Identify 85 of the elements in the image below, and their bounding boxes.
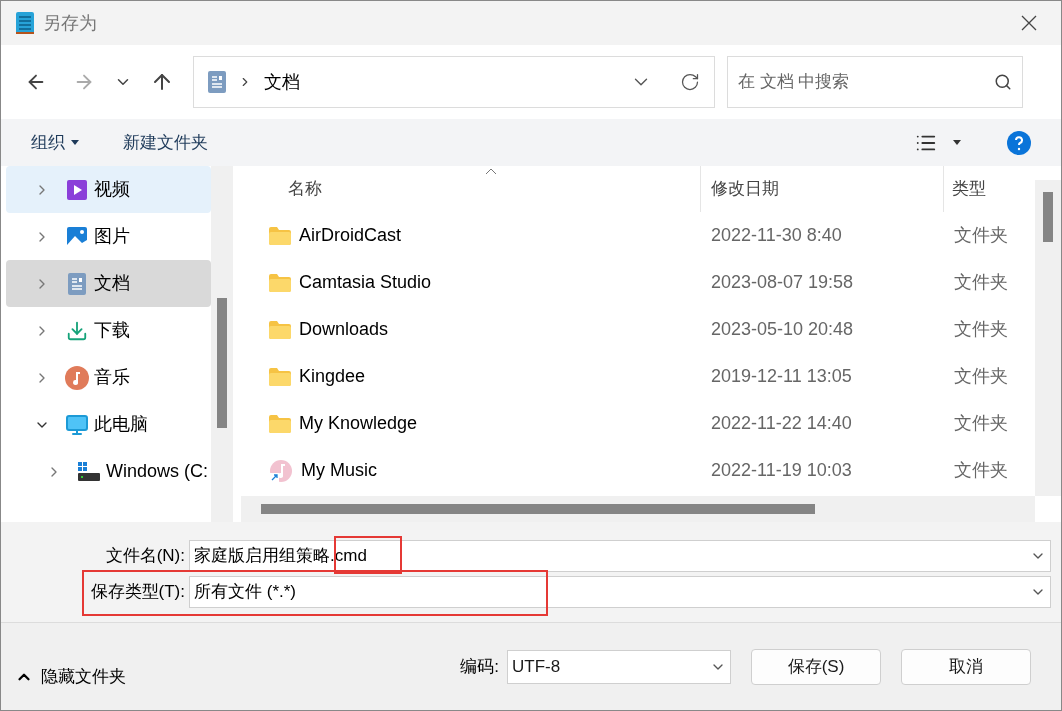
horizontal-scrollbar[interactable] bbox=[241, 496, 1035, 522]
caret-icon[interactable] bbox=[953, 140, 961, 145]
music-icon bbox=[65, 365, 89, 390]
sidebar-item[interactable]: 文档 bbox=[6, 260, 211, 307]
sidebar-label: 视频 bbox=[94, 178, 130, 201]
cancel-button[interactable]: 取消 bbox=[901, 648, 1031, 685]
modified-date: 2023-08-07 19:58 bbox=[710, 271, 855, 294]
document-icon bbox=[68, 272, 86, 295]
folder-icon bbox=[269, 367, 291, 386]
help-icon[interactable] bbox=[1007, 130, 1031, 155]
encoding-label: 编码: bbox=[460, 655, 499, 678]
notepad-icon bbox=[15, 11, 35, 35]
sidebar-item[interactable]: 下载 bbox=[6, 307, 211, 354]
monitor-icon bbox=[65, 412, 89, 437]
column-header[interactable]: 修改日期 bbox=[701, 166, 944, 212]
sidebar-label: 此电脑 bbox=[94, 413, 148, 436]
scrollbar-thumb[interactable] bbox=[1043, 192, 1053, 242]
file-name: My Knowledge bbox=[299, 412, 418, 435]
sidebar-label: Windows (C: bbox=[106, 460, 208, 483]
file-name: My Music bbox=[301, 459, 377, 482]
download-icon bbox=[66, 319, 88, 342]
refresh-icon[interactable] bbox=[680, 72, 700, 92]
close-icon bbox=[1021, 15, 1037, 31]
modified-date: 2022-11-22 14:40 bbox=[710, 412, 853, 435]
address-bar[interactable]: 文档 bbox=[193, 56, 715, 108]
modified-date: 2022-11-30 8:40 bbox=[710, 224, 843, 247]
field-label: 保存类型(T): bbox=[89, 581, 186, 604]
sidebar-label: 图片 bbox=[94, 225, 130, 248]
sidebar-scrollbar[interactable] bbox=[211, 166, 233, 522]
file-type: 文件夹 bbox=[953, 365, 1008, 388]
sidebar-item[interactable]: Windows (C: bbox=[6, 448, 211, 495]
file-type: 文件夹 bbox=[953, 459, 1008, 482]
modified-date: 2023-05-10 20:48 bbox=[710, 318, 855, 341]
modified-date: 2019-12-11 13:05 bbox=[710, 365, 853, 388]
sidebar-item[interactable]: 图片 bbox=[6, 213, 211, 260]
organize-menu-button[interactable]: 组织 bbox=[31, 129, 79, 156]
column-header[interactable]: 名称 bbox=[241, 166, 701, 212]
folder-icon bbox=[269, 226, 291, 245]
field-value: 所有文件 (*.*) bbox=[194, 581, 296, 604]
breadcrumb-item[interactable]: 文档 bbox=[264, 68, 300, 96]
file-name: Kingdee bbox=[299, 365, 366, 388]
field-label: 文件名(N): bbox=[104, 545, 186, 568]
vertical-scrollbar[interactable] bbox=[1035, 180, 1061, 496]
sort-ascending-icon bbox=[485, 168, 497, 175]
sidebar-label: 下载 bbox=[94, 319, 130, 342]
sidebar-item[interactable]: 此电脑 bbox=[6, 401, 211, 448]
file-row[interactable]: Kingdee 2019-12-11 13:05 文件夹 bbox=[241, 353, 1033, 400]
encoding-dropdown[interactable]: UTF-8 bbox=[507, 649, 731, 684]
file-name: Downloads bbox=[299, 318, 389, 341]
file-row[interactable]: My Music 2022-11-19 10:03 文件夹 bbox=[241, 447, 1033, 494]
hide-folders-button[interactable]: 隐藏文件夹 bbox=[15, 663, 126, 690]
folder-icon bbox=[269, 273, 291, 292]
scrollbar-thumb[interactable] bbox=[261, 504, 815, 514]
file-type: 文件夹 bbox=[953, 318, 1008, 341]
search-input[interactable]: 在 文档 中搜索 bbox=[738, 69, 994, 95]
file-row[interactable]: Camtasia Studio 2023-08-07 19:58 文件夹 bbox=[241, 259, 1033, 306]
scrollbar-thumb[interactable] bbox=[217, 298, 227, 428]
file-name: AirDroidCast bbox=[299, 224, 402, 247]
file-type: 文件夹 bbox=[953, 224, 1008, 247]
folder-icon bbox=[269, 320, 291, 339]
video-icon bbox=[66, 178, 88, 201]
file-name: Camtasia Studio bbox=[299, 271, 432, 294]
file-row[interactable]: AirDroidCast 2022-11-30 8:40 文件夹 bbox=[241, 212, 1033, 259]
document-icon bbox=[208, 71, 226, 93]
file-row[interactable]: Downloads 2023-05-10 20:48 文件夹 bbox=[241, 306, 1033, 353]
save-button[interactable]: 保存(S) bbox=[751, 648, 881, 685]
sidebar-label: 音乐 bbox=[94, 366, 130, 389]
column-header[interactable]: 类型 bbox=[944, 166, 986, 212]
window-title: 另存为 bbox=[43, 11, 97, 35]
file-row[interactable]: My Knowledge 2022-11-22 14:40 文件夹 bbox=[241, 400, 1033, 447]
new-folder-button[interactable]: 新建文件夹 bbox=[123, 129, 208, 156]
picture-icon bbox=[66, 225, 88, 248]
modified-date: 2022-11-19 10:03 bbox=[710, 459, 853, 482]
search-field[interactable]: 在 文档 中搜索 bbox=[727, 56, 1023, 108]
sidebar-item[interactable]: 音乐 bbox=[6, 354, 211, 401]
folder-icon bbox=[269, 414, 291, 433]
file-type: 文件夹 bbox=[953, 271, 1008, 294]
sidebar-label: 文档 bbox=[94, 272, 130, 295]
drive-icon bbox=[78, 461, 100, 482]
file-type: 文件夹 bbox=[953, 412, 1008, 435]
sidebar-item[interactable]: 视频 bbox=[6, 166, 211, 213]
caret-icon bbox=[71, 140, 79, 145]
music-shortcut-icon bbox=[269, 458, 293, 483]
search-icon bbox=[994, 73, 1012, 91]
filename-combobox[interactable]: 所有文件 (*.*) bbox=[189, 576, 1051, 608]
